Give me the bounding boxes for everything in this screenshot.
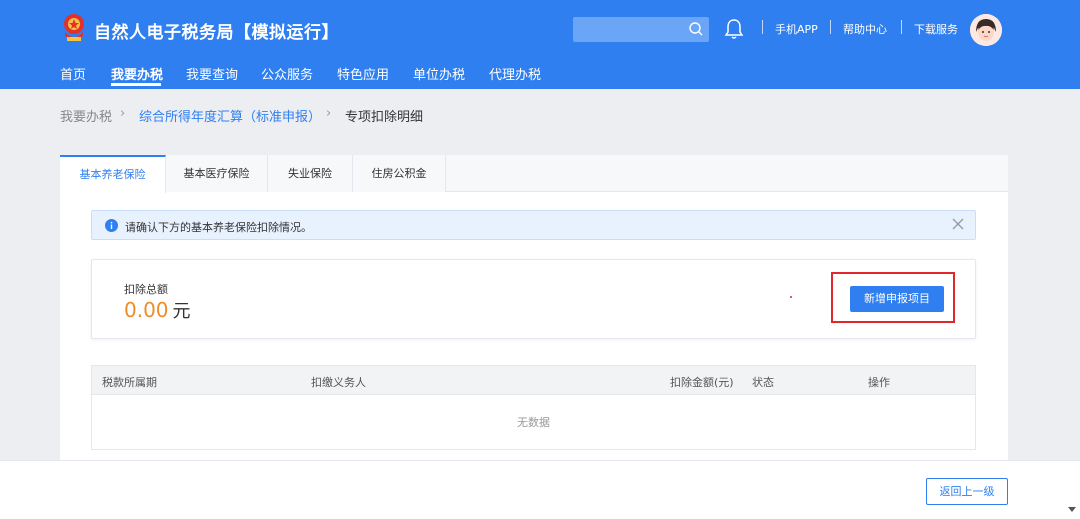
nav-item-query[interactable]: 我要查询 bbox=[186, 64, 238, 83]
alert-message: 请确认下方的基本养老保险扣除情况。 bbox=[125, 221, 312, 234]
info-icon bbox=[105, 219, 118, 232]
add-declaration-item-button[interactable]: 新增申报项目 bbox=[850, 286, 944, 312]
insurance-tabs: 基本养老保险 基本医疗保险 失业保险 住房公积金 bbox=[60, 155, 1008, 193]
nav-active-indicator bbox=[111, 83, 161, 86]
total-deduction-label: 扣除总额 bbox=[124, 283, 168, 296]
chevron-right-icon: › bbox=[120, 106, 126, 121]
search-icon[interactable] bbox=[688, 21, 704, 37]
deduction-summary-card: 扣除总额 0.00 元 新增申报项目 bbox=[91, 259, 976, 339]
column-deduction-amount: 扣除金额(元) bbox=[670, 376, 734, 389]
nav-item-special-apps[interactable]: 特色应用 bbox=[337, 64, 389, 83]
download-service-link[interactable]: 下载服务 bbox=[914, 21, 958, 37]
tab-unemployment-insurance[interactable]: 失业保险 bbox=[268, 155, 353, 192]
total-deduction-amount: 0.00 bbox=[124, 298, 169, 322]
bell-icon[interactable] bbox=[724, 18, 744, 40]
breadcrumb-item-tax-handling[interactable]: 我要办税 bbox=[60, 106, 112, 125]
nav-item-tax-handling[interactable]: 我要办税 bbox=[111, 64, 163, 83]
tab-housing-fund[interactable]: 住房公积金 bbox=[353, 155, 446, 192]
nav-item-home[interactable]: 首页 bbox=[60, 64, 86, 83]
column-status: 状态 bbox=[752, 376, 774, 389]
tab-pension-insurance[interactable]: 基本养老保险 bbox=[60, 155, 166, 193]
scroll-down-arrow-icon[interactable] bbox=[1068, 505, 1076, 513]
table-header: 税款所属期 扣缴义务人 扣除金额(元) 状态 操作 bbox=[92, 366, 975, 395]
header-divider bbox=[762, 20, 763, 34]
empty-state-text: 无数据 bbox=[517, 416, 550, 429]
column-tax-period: 税款所属期 bbox=[102, 376, 157, 389]
user-avatar-icon bbox=[970, 14, 1002, 46]
nav-item-unit-tax[interactable]: 单位办税 bbox=[413, 64, 465, 83]
header-divider bbox=[830, 20, 831, 34]
close-icon[interactable] bbox=[951, 217, 965, 231]
deduction-table: 税款所属期 扣缴义务人 扣除金额(元) 状态 操作 无数据 bbox=[91, 365, 976, 450]
nav-item-agent-tax[interactable]: 代理办税 bbox=[489, 64, 541, 83]
help-center-link[interactable]: 帮助中心 bbox=[843, 21, 887, 37]
app-title: 自然人电子税务局【模拟运行】 bbox=[94, 23, 339, 43]
breadcrumb-item-current: 专项扣除明细 bbox=[345, 110, 424, 125]
top-header: 自然人电子税务局【模拟运行】 手机APP 帮助中心 下载服务 首页 我要办税 我… bbox=[0, 0, 1080, 89]
total-deduction-value: 0.00 元 bbox=[124, 297, 191, 323]
footer-bar: 返回上一级 bbox=[0, 460, 1080, 519]
tab-medical-insurance[interactable]: 基本医疗保险 bbox=[166, 155, 268, 192]
breadcrumb-item-annual-settlement[interactable]: 综合所得年度汇算（标准申报） bbox=[139, 106, 321, 125]
back-button[interactable]: 返回上一级 bbox=[926, 478, 1008, 505]
mobile-app-link[interactable]: 手机APP bbox=[775, 21, 818, 37]
header-divider bbox=[901, 20, 902, 34]
info-alert: 请确认下方的基本养老保险扣除情况。 bbox=[91, 210, 976, 240]
tax-emblem-icon bbox=[64, 14, 84, 41]
deduction-panel: 基本养老保险 基本医疗保险 失业保险 住房公积金 请确认下方的基本养老保险扣除情… bbox=[60, 155, 1008, 460]
nav-item-public-service[interactable]: 公众服务 bbox=[261, 64, 313, 83]
column-operation: 操作 bbox=[868, 376, 890, 389]
chevron-right-icon: › bbox=[326, 106, 332, 121]
annotation-dot bbox=[790, 296, 792, 298]
search-box[interactable] bbox=[573, 17, 709, 42]
avatar[interactable] bbox=[970, 14, 1002, 46]
search-input[interactable] bbox=[573, 17, 683, 42]
column-withholding-agent: 扣缴义务人 bbox=[311, 376, 366, 389]
total-deduction-unit: 元 bbox=[172, 301, 191, 322]
